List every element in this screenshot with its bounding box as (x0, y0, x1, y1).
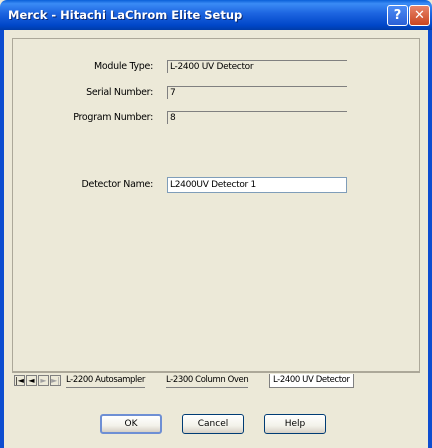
tab-l2400-uv-detector[interactable]: L-2400 UV Detector (269, 374, 354, 388)
ok-button[interactable]: OK (100, 414, 162, 434)
program-number-label: Program Number: (73, 112, 153, 123)
close-button[interactable]: ✕ (409, 5, 430, 26)
question-icon: ? (393, 8, 402, 23)
close-icon: ✕ (414, 8, 425, 23)
help-title-button[interactable]: ? (387, 5, 408, 26)
tab-l2300-column-oven[interactable]: L-2300 Column Oven (166, 374, 249, 388)
module-type-field: L-2400 UV Detector (167, 60, 347, 73)
program-number-field: 8 (167, 111, 347, 124)
last-tab-button[interactable]: ►| (50, 375, 61, 386)
cancel-button[interactable]: Cancel (182, 414, 244, 434)
serial-number-field: 7 (167, 86, 347, 99)
settings-panel: Module Type: L-2400 UV Detector Serial N… (12, 38, 420, 372)
window-frame-left (0, 30, 4, 448)
title-bar: Merck - Hitachi LaChrom Elite Setup ? ✕ (0, 0, 432, 30)
first-tab-button[interactable]: |◄ (14, 375, 25, 386)
help-button[interactable]: Help (264, 414, 326, 434)
detector-name-input[interactable]: L2400UV Detector 1 (167, 177, 347, 193)
detector-name-label: Detector Name: (81, 179, 154, 190)
serial-number-label: Serial Number: (86, 87, 153, 98)
module-type-label: Module Type: (94, 61, 153, 72)
prev-tab-button[interactable]: ◄ (26, 375, 37, 386)
next-tab-button[interactable]: ► (38, 375, 49, 386)
tab-l2200-autosampler[interactable]: L-2200 Autosampler (66, 374, 145, 388)
window-frame-right (428, 30, 432, 448)
sheet-tab-bar: |◄ ◄ ► ►| L-2200 Autosampler L-2300 Colu… (12, 372, 420, 389)
window-title: Merck - Hitachi LaChrom Elite Setup (8, 8, 243, 22)
